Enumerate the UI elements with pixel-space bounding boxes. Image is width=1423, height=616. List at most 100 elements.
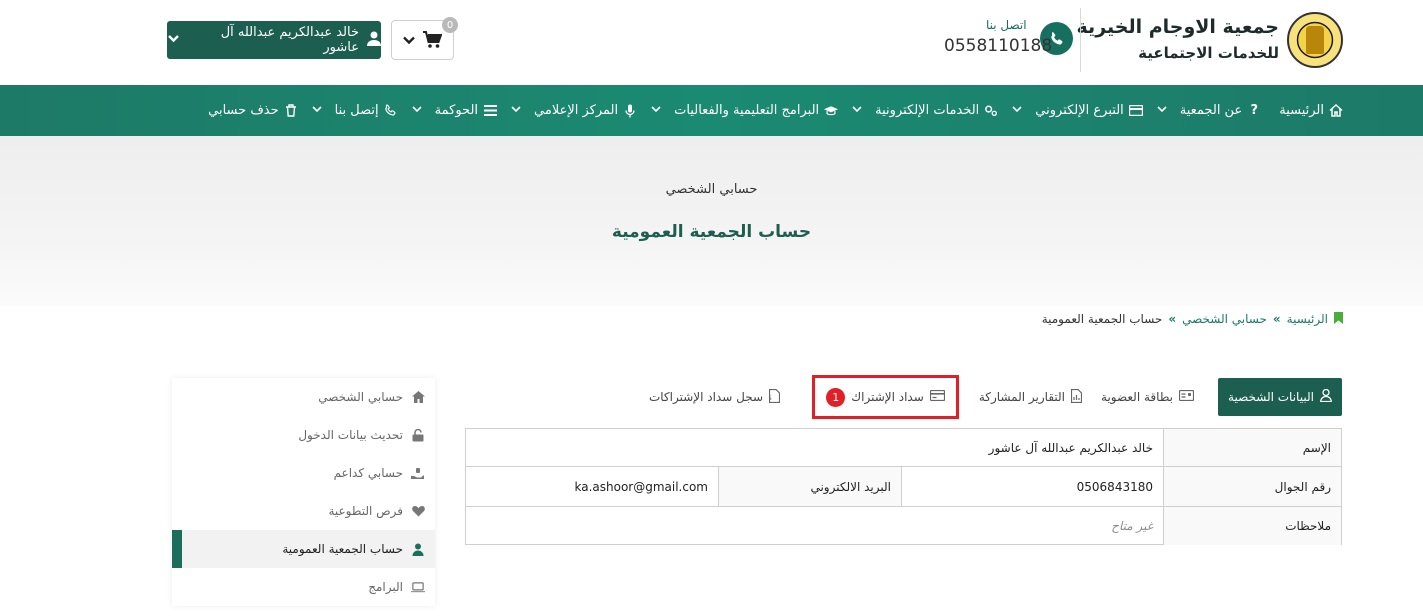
tab-personal-data[interactable]: البيانات الشخصية bbox=[1218, 378, 1342, 416]
nav-governance[interactable]: الحوكمة bbox=[398, 103, 497, 118]
breadcrumb-account[interactable]: حسابي الشخصي bbox=[1182, 312, 1267, 326]
notes-value: غير متاح bbox=[1111, 519, 1153, 533]
nav-media-center[interactable]: المركز الإعلامي bbox=[497, 103, 637, 118]
table-row: ملاحظات غير متاح bbox=[466, 507, 1341, 545]
nav-label: الخدمات الإلكترونية bbox=[875, 103, 980, 118]
id-card-icon bbox=[1178, 389, 1195, 404]
trash-icon bbox=[284, 104, 298, 118]
chevron-down-icon bbox=[1157, 105, 1167, 116]
mobile-label: رقم الجوال bbox=[1163, 467, 1341, 506]
card-icon bbox=[1128, 104, 1143, 118]
cart-count-badge: 0 bbox=[442, 17, 458, 33]
nav-list: الرئيسية ? عن الجمعية التبرع الإلكتروني … bbox=[208, 85, 1343, 136]
nav-contact[interactable]: إتصل بنا bbox=[298, 103, 398, 118]
sidebar-item-programs[interactable]: البرامج bbox=[172, 568, 435, 606]
org-name: جمعية الاوجام الخيرية bbox=[1076, 16, 1279, 38]
profile-tabs: البيانات الشخصية بطاقة العضوية التقارير … bbox=[465, 375, 1342, 419]
nav-label: الحوكمة bbox=[434, 103, 479, 118]
hero-subtitle: حسابي الشخصي bbox=[665, 182, 758, 197]
sidebar-item-label: حسابي كداعم bbox=[333, 466, 403, 480]
user-name: خالد عبدالكريم عبدالله آل عاشور bbox=[220, 25, 359, 55]
nav-label: البرامج التعليمية والفعاليات bbox=[674, 103, 820, 118]
sidebar-item-label: تحديث بيانات الدخول bbox=[298, 428, 403, 442]
tab-label: بطاقة العضوية bbox=[1101, 390, 1173, 404]
page-title: حساب الجمعية العمومية bbox=[611, 222, 812, 242]
tab-label: سجل سداد الإشتراكات bbox=[648, 390, 763, 404]
table-row: الإسم خالد عبدالكريم عبدالله آل عاشور bbox=[466, 429, 1341, 467]
nav-delete-account[interactable]: حذف حسابي bbox=[208, 103, 298, 118]
nav-programs-events[interactable]: البرامج التعليمية والفعاليات bbox=[637, 103, 839, 118]
laptop-icon bbox=[411, 580, 425, 594]
nav-label: التبرع الإلكتروني bbox=[1035, 103, 1124, 118]
chevron-down-icon bbox=[511, 105, 521, 116]
name-value: خالد عبدالكريم عبدالله آل عاشور bbox=[988, 440, 1153, 455]
chevron-down-icon bbox=[1012, 105, 1022, 116]
contact-label: اتصل بنا bbox=[986, 18, 1027, 32]
nav-label: المركز الإعلامي bbox=[534, 103, 619, 118]
tab-payment-history[interactable]: $ سجل سداد الإشتراكات bbox=[648, 378, 781, 416]
main-navbar: الرئيسية ? عن الجمعية التبرع الإلكتروني … bbox=[0, 85, 1423, 136]
breadcrumb: الرئيسية » حسابي الشخصي » حساب الجمعية ا… bbox=[1042, 310, 1343, 328]
chevron-down-icon bbox=[402, 32, 416, 51]
chevron-down-icon bbox=[167, 32, 180, 49]
nav-home[interactable]: الرئيسية bbox=[1279, 103, 1343, 118]
sidebar-item-label: حساب الجمعية العمومية bbox=[282, 542, 403, 556]
name-label: الإسم bbox=[1163, 429, 1341, 466]
tab-membership-card[interactable]: بطاقة العضوية bbox=[1101, 378, 1195, 416]
nav-about[interactable]: ? عن الجمعية bbox=[1143, 103, 1261, 118]
top-header: جمعية الاوجام الخيرية للخدمات الاجتماعية… bbox=[0, 0, 1423, 85]
user-icon bbox=[367, 31, 381, 50]
notes-label: ملاحظات bbox=[1163, 507, 1341, 545]
graduation-cap-icon bbox=[824, 104, 839, 118]
page-hero: حسابي الشخصي حساب الجمعية العمومية bbox=[0, 136, 1423, 306]
contact-block[interactable]: اتصل بنا 0558110188 bbox=[944, 16, 1074, 60]
sidebar-item-volunteering[interactable]: فرص التطوعية bbox=[172, 492, 435, 530]
chevron-down-icon bbox=[852, 105, 862, 116]
mobile-value: 0506843180 bbox=[901, 467, 1163, 506]
file-invoice-icon: $ bbox=[768, 388, 781, 406]
breadcrumb-current: حساب الجمعية العمومية bbox=[1041, 312, 1163, 326]
email-label: البريد الالكتروني bbox=[718, 467, 901, 506]
user-menu-button[interactable]: خالد عبدالكريم عبدالله آل عاشور bbox=[167, 21, 381, 59]
heart-icon bbox=[411, 504, 425, 518]
gears-icon bbox=[984, 104, 998, 118]
sidebar-item-label: فرص التطوعية bbox=[328, 504, 403, 518]
user-tie-icon bbox=[411, 542, 425, 556]
nav-e-services[interactable]: الخدمات الإلكترونية bbox=[838, 103, 998, 118]
svg-text:$: $ bbox=[769, 394, 772, 402]
table-row: رقم الجوال 0506843180 البريد الالكتروني … bbox=[466, 467, 1341, 507]
phone-icon bbox=[384, 104, 398, 118]
sidebar-item-supporter-account[interactable]: حسابي كداعم bbox=[172, 454, 435, 492]
sidebar-item-general-assembly[interactable]: حساب الجمعية العمومية bbox=[172, 530, 435, 568]
account-side-menu: حسابي الشخصي تحديث بيانات الدخول حسابي ك… bbox=[172, 378, 435, 606]
personal-data-table: الإسم خالد عبدالكريم عبدالله آل عاشور رق… bbox=[465, 428, 1342, 545]
breadcrumb-separator: » bbox=[1272, 312, 1281, 326]
sidebar-item-label: حسابي الشخصي bbox=[318, 390, 403, 404]
file-chart-icon bbox=[1070, 388, 1083, 406]
list-icon bbox=[483, 104, 497, 118]
home-icon bbox=[411, 390, 425, 404]
tab-shared-reports[interactable]: التقارير المشاركة bbox=[978, 378, 1083, 416]
nav-donation[interactable]: التبرع الإلكتروني bbox=[998, 103, 1143, 118]
user-icon bbox=[1320, 388, 1332, 405]
microphone-icon bbox=[623, 104, 637, 118]
question-icon: ? bbox=[1250, 103, 1258, 118]
cart-button[interactable]: 0 bbox=[391, 17, 458, 60]
header-divider bbox=[1080, 8, 1081, 72]
sidebar-item-update-login[interactable]: تحديث بيانات الدخول bbox=[172, 416, 435, 454]
sidebar-item-my-account[interactable]: حسابي الشخصي bbox=[172, 378, 435, 416]
nav-label: عن الجمعية bbox=[1179, 103, 1243, 118]
tab-label: التقارير المشاركة bbox=[978, 390, 1065, 404]
chevron-down-icon bbox=[651, 105, 661, 116]
credit-card-icon bbox=[929, 389, 945, 404]
breadcrumb-home[interactable]: الرئيسية bbox=[1287, 312, 1328, 326]
nav-label: حذف حسابي bbox=[208, 103, 279, 118]
chevron-down-icon bbox=[312, 105, 322, 116]
cart-icon bbox=[423, 31, 443, 53]
logo-block[interactable]: جمعية الاوجام الخيرية للخدمات الاجتماعية bbox=[1077, 10, 1343, 72]
org-logo bbox=[1287, 12, 1343, 68]
tab-notification-badge: 1 bbox=[826, 387, 846, 407]
sidebar-item-label: البرامج bbox=[368, 580, 403, 594]
tab-subscription-payment[interactable]: سداد الإشتراك 1 bbox=[812, 375, 959, 419]
tab-label: سداد الإشتراك bbox=[851, 390, 924, 404]
